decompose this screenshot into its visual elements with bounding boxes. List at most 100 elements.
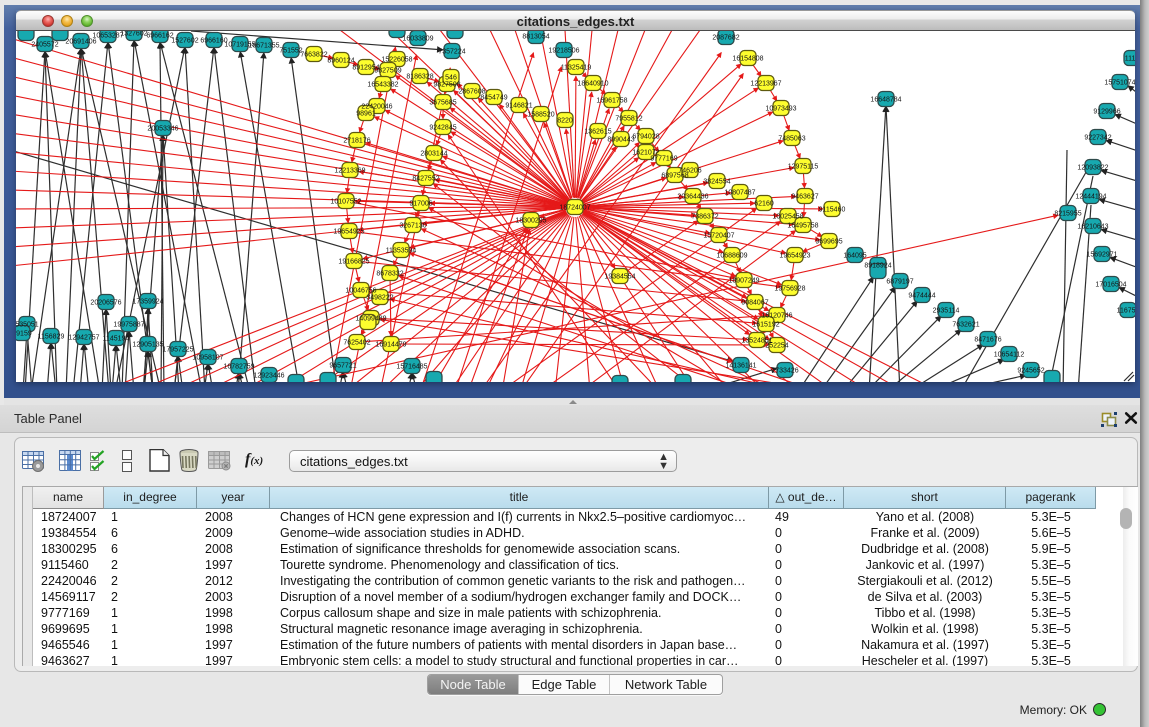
svg-text:22420046: 22420046 <box>361 104 392 111</box>
svg-text:18907249: 18907249 <box>728 278 759 285</box>
svg-text:16154808: 16154808 <box>732 56 763 63</box>
svg-text:12905135: 12905135 <box>132 342 163 349</box>
svg-text:15226058: 15226058 <box>381 57 412 64</box>
svg-text:18724007: 18724007 <box>559 205 590 212</box>
svg-text:2718176: 2718176 <box>343 138 370 145</box>
svg-text:8813054: 8813054 <box>522 34 549 41</box>
svg-text:116753: 116753 <box>1117 308 1135 315</box>
svg-text:9129966: 9129966 <box>1093 109 1120 116</box>
svg-text:18640910: 18640910 <box>577 81 608 88</box>
svg-text:17957225: 17957225 <box>162 347 193 354</box>
svg-text:20364436: 20364436 <box>677 194 708 201</box>
svg-text:9463627: 9463627 <box>791 194 818 201</box>
svg-text:9084067: 9084067 <box>741 300 768 307</box>
svg-text:6794028: 6794028 <box>632 134 659 141</box>
svg-text:7955812: 7955812 <box>615 116 642 123</box>
svg-text:10046756: 10046756 <box>345 288 376 295</box>
svg-text:62160: 62160 <box>754 201 774 208</box>
svg-text:9146821: 9146821 <box>505 103 532 110</box>
svg-text:16210643: 16210643 <box>1077 224 1108 231</box>
svg-text:19384554: 19384554 <box>604 274 635 281</box>
svg-text:16648784: 16648784 <box>870 97 901 104</box>
svg-text:14099489: 14099489 <box>355 316 386 323</box>
svg-text:2087682: 2087682 <box>712 35 739 42</box>
svg-text:16782759: 16782759 <box>223 364 254 371</box>
svg-text:3824554: 3824554 <box>703 179 730 186</box>
svg-text:1327602: 1327602 <box>120 31 147 38</box>
svg-text:19218506: 19218506 <box>548 48 579 55</box>
svg-text:9777169: 9777169 <box>650 156 677 163</box>
svg-text:12975115: 12975115 <box>788 164 819 171</box>
svg-text:16914479: 16914479 <box>375 342 406 349</box>
svg-text:10653287: 10653287 <box>92 33 123 40</box>
svg-text:9699695: 9699695 <box>815 239 842 246</box>
svg-text:12213967: 12213967 <box>750 81 781 88</box>
svg-text:19975887: 19975887 <box>113 322 144 329</box>
svg-text:15751074: 15751074 <box>1104 80 1135 87</box>
svg-text:8427552: 8427552 <box>412 176 439 183</box>
svg-text:12093822: 12093822 <box>1077 165 1108 172</box>
svg-text:20691406: 20691406 <box>65 39 96 46</box>
svg-text:12444194: 12444194 <box>1075 194 1106 201</box>
svg-text:9115460: 9115460 <box>819 207 846 214</box>
svg-text:7357224: 7357224 <box>438 49 465 56</box>
svg-text:9242845: 9242845 <box>429 125 456 132</box>
svg-text:535051: 535051 <box>16 322 39 329</box>
svg-text:8454749: 8454749 <box>480 95 507 102</box>
svg-text:1527602: 1527602 <box>171 38 198 45</box>
svg-text:164095: 164095 <box>843 253 866 260</box>
svg-text:7625402: 7625402 <box>343 340 370 347</box>
svg-text:10807487: 10807487 <box>724 190 755 197</box>
svg-text:1615192: 1615192 <box>752 322 779 329</box>
svg-text:16961758: 16961758 <box>596 98 627 105</box>
svg-text:7386372: 7386372 <box>691 214 718 221</box>
svg-text:17016504: 17016504 <box>1095 282 1126 289</box>
svg-text:20053346: 20053346 <box>147 126 178 133</box>
svg-text:1156829: 1156829 <box>38 334 65 341</box>
svg-text:9657721: 9657721 <box>329 363 356 370</box>
svg-text:16120746: 16120746 <box>761 313 792 320</box>
svg-text:1588520: 1588520 <box>527 112 554 119</box>
svg-text:1145194: 1145194 <box>103 336 130 343</box>
svg-text:6879197: 6879197 <box>886 279 913 286</box>
svg-text:9245652: 9245652 <box>1017 368 1044 375</box>
svg-text:10107552: 10107552 <box>330 199 361 206</box>
svg-text:16033809: 16033809 <box>402 36 433 43</box>
svg-text:16543382: 16543382 <box>367 82 398 89</box>
svg-text:8918924: 8918924 <box>864 263 891 270</box>
svg-text:9827508: 9827508 <box>433 82 460 89</box>
svg-text:751552: 751552 <box>279 48 302 55</box>
svg-text:19654925: 19654925 <box>333 229 364 236</box>
svg-text:3267130: 3267130 <box>399 223 426 230</box>
svg-text:19166825: 19166825 <box>338 259 369 266</box>
svg-text:17359924: 17359924 <box>132 299 163 306</box>
svg-text:19654923: 19654923 <box>779 253 810 260</box>
svg-text:8220: 8220 <box>557 118 573 125</box>
svg-text:2405572: 2405572 <box>31 42 58 49</box>
svg-text:19756928: 19756928 <box>774 286 805 293</box>
svg-text:20206576: 20206576 <box>90 300 121 307</box>
svg-text:1362615: 1362615 <box>584 129 611 136</box>
svg-text:9474444: 9474444 <box>908 293 935 300</box>
svg-text:15692971: 15692971 <box>1086 252 1117 259</box>
svg-text:8215955: 8215955 <box>1054 211 1081 218</box>
svg-text:8990443: 8990443 <box>607 137 634 144</box>
svg-text:1733426: 1733426 <box>771 368 798 375</box>
svg-text:6966162: 6966162 <box>146 33 173 40</box>
svg-text:8186328: 8186328 <box>406 74 433 81</box>
svg-text:1112: 1112 <box>1125 56 1135 63</box>
svg-text:10973493: 10973493 <box>765 106 796 113</box>
svg-text:2935114: 2935114 <box>933 308 960 315</box>
svg-text:7663822: 7663822 <box>300 52 327 59</box>
svg-text:11353594: 11353594 <box>386 248 417 255</box>
svg-text:16495758: 16495758 <box>787 223 818 230</box>
svg-text:2803144: 2803144 <box>420 151 447 158</box>
svg-text:7485063: 7485063 <box>778 136 805 143</box>
svg-text:12942757: 12942757 <box>68 335 99 342</box>
svg-text:746206: 746206 <box>678 168 701 175</box>
svg-text:8960124: 8960124 <box>327 58 354 65</box>
svg-text:10654112: 10654112 <box>994 352 1025 359</box>
svg-text:917006: 917006 <box>409 201 432 208</box>
svg-text:16671355: 16671355 <box>248 43 279 50</box>
svg-text:3498222: 3498222 <box>366 295 393 302</box>
